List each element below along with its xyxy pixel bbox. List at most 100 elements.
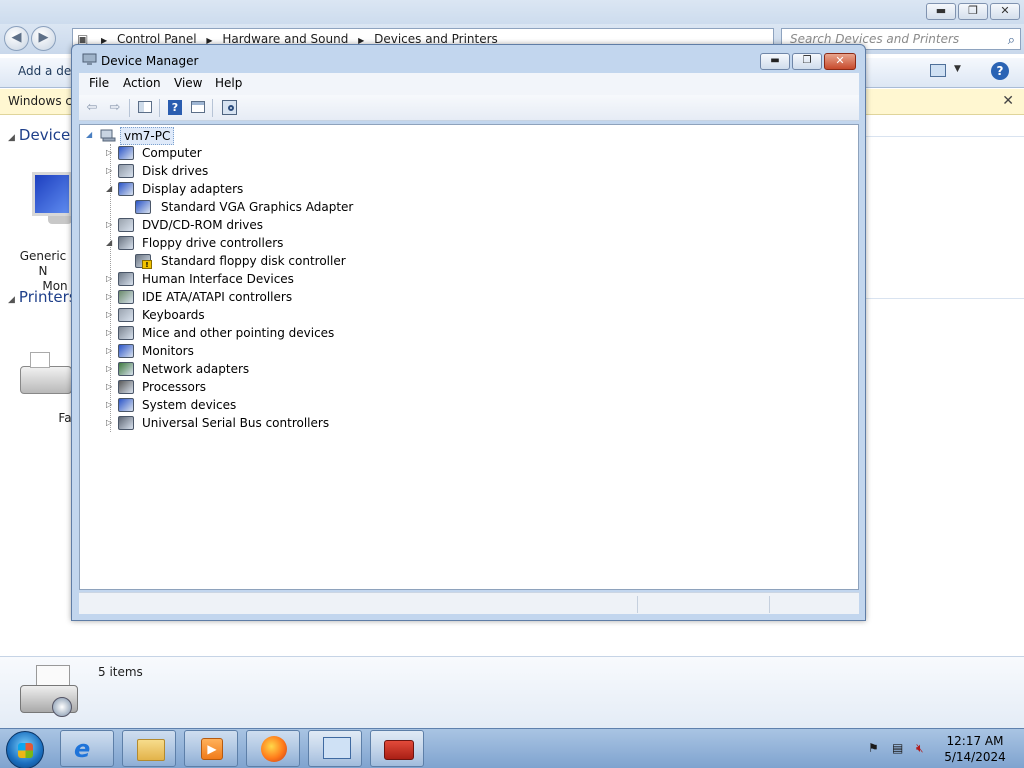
usb-icon <box>118 416 134 430</box>
internet-explorer-icon: e <box>74 735 91 763</box>
taskbar-device-manager[interactable] <box>370 730 424 767</box>
tree-item-label[interactable]: System devices <box>142 396 236 414</box>
status-bar <box>79 592 859 614</box>
clock-date: 5/14/2024 <box>944 750 1006 764</box>
tree-root-label[interactable]: vm7-PC <box>120 127 175 145</box>
start-button[interactable] <box>6 731 44 768</box>
expand-arrow-icon[interactable]: ▷ <box>106 396 115 414</box>
device-manager-window[interactable]: Device Manager ▬ ❐ ✕ File Action View He… <box>71 44 866 621</box>
details-pane: 5 items <box>0 656 1024 728</box>
tree-item-label[interactable]: DVD/CD-ROM drives <box>142 216 263 234</box>
properties-icon[interactable] <box>189 99 207 116</box>
close-icon[interactable]: ✕ <box>1002 89 1014 114</box>
taskbar-internet-explorer[interactable]: e <box>60 730 114 767</box>
firefox-icon <box>261 736 287 762</box>
printer-large-icon <box>18 665 80 721</box>
hid-icon <box>118 272 134 286</box>
back-button[interactable]: ◀ <box>4 26 29 51</box>
expand-arrow-icon[interactable]: ▷ <box>106 162 115 180</box>
tree-item-label[interactable]: Computer <box>142 144 202 162</box>
tree-item-label[interactable]: Disk drives <box>142 162 208 180</box>
menu-view[interactable]: View <box>174 76 202 90</box>
floppy-controller-icon <box>118 236 134 250</box>
info-bar-text: Windows ca <box>8 94 80 108</box>
expand-arrow-icon[interactable]: ▷ <box>106 216 115 234</box>
search-icon[interactable]: ⌕ <box>1008 31 1015 51</box>
tray-clock[interactable]: 12:17 AM 5/14/2024 <box>944 733 1006 765</box>
scan-hardware-icon[interactable] <box>220 99 238 116</box>
expand-arrow-icon[interactable]: ▷ <box>106 378 115 396</box>
taskbar-media-player[interactable]: ▶ <box>184 730 238 767</box>
fax-printer-icon[interactable] <box>20 352 72 398</box>
group-header-printers[interactable]: ◢ Printers <box>8 288 77 306</box>
tree-item-label[interactable]: Keyboards <box>142 306 205 324</box>
group-header-devices[interactable]: ◢ Devices <box>8 126 78 144</box>
tree-item-label[interactable]: Display adapters <box>142 180 243 198</box>
explorer-maximize-button[interactable]: ❐ <box>958 3 988 20</box>
group-devices-label: Devices <box>18 126 79 144</box>
forward-button[interactable]: ▶ <box>31 26 56 51</box>
help-icon[interactable]: ? <box>166 99 184 116</box>
network-icon[interactable]: ▤ <box>892 741 903 755</box>
close-button[interactable]: ✕ <box>824 53 856 70</box>
taskbar-devices-and-printers[interactable] <box>308 730 362 767</box>
explorer-close-button[interactable]: ✕ <box>990 3 1020 20</box>
maximize-button[interactable]: ❐ <box>792 53 822 70</box>
expand-arrow-icon[interactable]: ▷ <box>106 306 115 324</box>
tree-item-label[interactable]: Human Interface Devices <box>142 270 294 288</box>
tree-item-label[interactable]: Mice and other pointing devices <box>142 324 334 342</box>
tree-item-label[interactable]: IDE ATA/ATAPI controllers <box>142 288 292 306</box>
expand-arrow-icon[interactable]: ▷ <box>106 144 115 162</box>
action-center-flag-icon[interactable]: ⚑ <box>868 741 879 755</box>
explorer-titlebar: ▬ ❐ ✕ <box>0 0 1024 24</box>
expand-arrow-icon[interactable]: ▷ <box>106 288 115 306</box>
toolbar-separator <box>212 99 213 117</box>
menu-action[interactable]: Action <box>123 76 161 90</box>
chevron-down-icon[interactable]: ▼ <box>954 64 961 74</box>
device-manager-icon <box>82 53 97 65</box>
expand-arrow-icon[interactable]: ▷ <box>106 270 115 288</box>
tree-item-label[interactable]: Floppy drive controllers <box>142 234 283 252</box>
floppy-warning-icon: ! <box>135 254 152 269</box>
toolbar-separator <box>129 99 130 117</box>
processor-icon <box>118 380 134 394</box>
collapse-arrow-icon[interactable]: ◢ <box>106 234 115 252</box>
group-printers-label: Printers <box>18 288 77 306</box>
add-device-button[interactable]: Add a dev <box>18 64 78 78</box>
expand-arrow-icon[interactable]: ▷ <box>106 414 115 432</box>
expand-arrow-icon[interactable]: ▷ <box>106 342 115 360</box>
tree-item-label[interactable]: Standard VGA Graphics Adapter <box>161 198 353 216</box>
help-icon[interactable]: ? <box>991 62 1009 80</box>
explorer-minimize-button[interactable]: ▬ <box>926 3 956 20</box>
view-options-icon[interactable] <box>930 64 946 77</box>
monitor-icon <box>118 344 134 358</box>
tree-item-label[interactable]: Standard floppy disk controller <box>161 252 346 270</box>
devices-printers-icon <box>323 737 351 759</box>
device-tree[interactable]: ◢ vm7-PC ▷ Computer ▷ Disk drives ◢ Display a… <box>79 124 859 590</box>
expand-collapse-icon[interactable]: ◢ <box>86 126 95 144</box>
taskbar-file-explorer[interactable] <box>122 730 176 767</box>
tree-item-label[interactable]: Processors <box>142 378 206 396</box>
items-count: 5 items <box>98 665 143 679</box>
minimize-button[interactable]: ▬ <box>760 53 790 70</box>
expand-arrow-icon[interactable]: ▷ <box>106 324 115 342</box>
volume-muted-icon[interactable]: 🔇︎ <box>916 741 924 756</box>
system-devices-icon <box>118 398 134 412</box>
back-arrow-icon[interactable]: ⇦ <box>83 99 101 116</box>
tree-item-label[interactable]: Network adapters <box>142 360 249 378</box>
tree-item-label[interactable]: Monitors <box>142 342 194 360</box>
menu-file[interactable]: File <box>89 76 109 90</box>
monitor-icon[interactable] <box>32 172 72 224</box>
expand-arrow-icon[interactable]: ▷ <box>106 360 115 378</box>
windows-logo-icon <box>18 743 33 758</box>
display-adapter-icon <box>118 182 134 196</box>
show-hide-console-tree-icon[interactable] <box>136 99 154 116</box>
chevron-down-icon: ◢ <box>8 295 15 305</box>
forward-arrow-icon[interactable]: ⇨ <box>106 99 124 116</box>
ide-controller-icon <box>118 290 134 304</box>
menu-help[interactable]: Help <box>215 76 242 90</box>
tree-item-label[interactable]: Universal Serial Bus controllers <box>142 414 329 432</box>
collapse-arrow-icon[interactable]: ◢ <box>106 180 115 198</box>
mouse-icon <box>118 326 134 340</box>
taskbar-firefox[interactable] <box>246 730 300 767</box>
